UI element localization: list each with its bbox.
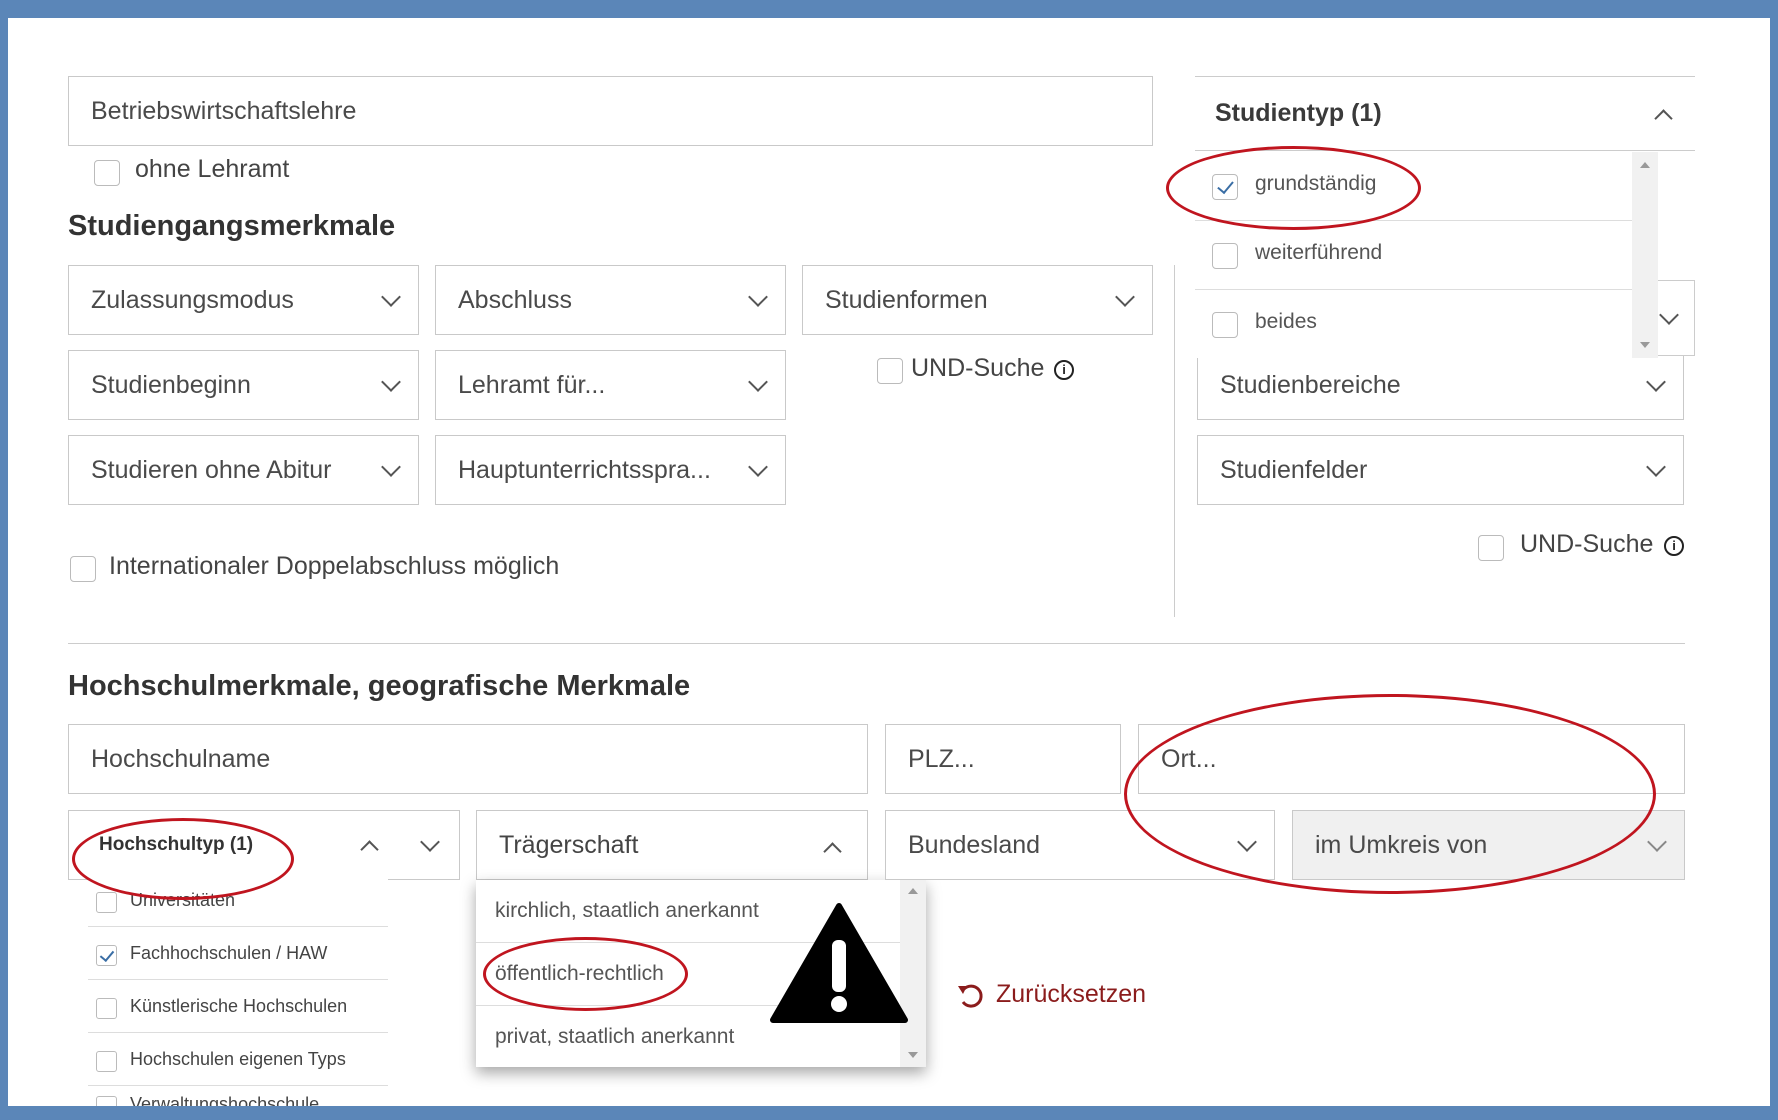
- highlight-hochschultyp: [72, 818, 294, 900]
- highlight-oeffentlich: [483, 937, 688, 1011]
- studienbereiche-label: Studienbereiche: [1220, 370, 1401, 399]
- info-icon[interactable]: i: [1664, 536, 1684, 556]
- search-input-value: Betriebswirtschaftslehre: [91, 96, 357, 125]
- lehramt-fuer-label: Lehramt für...: [458, 370, 606, 399]
- hochschulname-placeholder: Hochschulname: [91, 744, 271, 773]
- ohne-lehramt-checkbox[interactable]: [94, 160, 120, 186]
- hochschultyp-option-label: Verwaltungshochschule: [130, 1094, 320, 1114]
- hochschultyp-option-label: Fachhochschulen / HAW: [130, 943, 328, 963]
- reset-link[interactable]: Zurücksetzen: [996, 980, 1146, 1009]
- verwaltungshochschule-checkbox[interactable]: [96, 1096, 117, 1117]
- studientyp-option[interactable]: weiterführend: [1195, 221, 1632, 290]
- chevron-down-icon: [1115, 287, 1135, 307]
- kuenstlerische-checkbox[interactable]: [96, 998, 117, 1019]
- abschluss-label: Abschluss: [458, 285, 572, 314]
- studientyp-header[interactable]: Studientyp (1): [1195, 76, 1695, 151]
- chevron-up-icon: [1654, 109, 1673, 128]
- studientyp-header-label: Studientyp (1): [1215, 99, 1382, 127]
- scroll-down-icon[interactable]: [1640, 342, 1650, 348]
- chevron-down-icon: [1659, 305, 1679, 325]
- warning-icon: [770, 903, 908, 1023]
- zulassungsmodus-dropdown[interactable]: Zulassungsmodus: [68, 265, 419, 335]
- studientyp-scrollbar[interactable]: [1632, 152, 1658, 358]
- studientyp-option-label: weiterführend: [1255, 241, 1383, 264]
- studientyp-option-label: beides: [1255, 310, 1317, 333]
- chevron-down-icon: [1646, 457, 1666, 477]
- scroll-up-icon[interactable]: [908, 888, 918, 894]
- hochschultyp-option-label: Hochschulen eigenen Typs: [130, 1049, 346, 1069]
- studiengang-heading: Studiengangsmerkmale: [68, 210, 396, 242]
- ohne-lehramt-label: ohne Lehramt: [135, 155, 290, 183]
- chevron-down-icon: [381, 372, 401, 392]
- reset-icon[interactable]: [955, 980, 987, 1012]
- hochschultyp-option[interactable]: Künstlerische Hochschulen: [88, 980, 388, 1033]
- bundesland-label: Bundesland: [908, 830, 1041, 859]
- column-divider: [1174, 265, 1175, 617]
- hochschultyp-option[interactable]: Verwaltungshochschule: [88, 1086, 388, 1120]
- plz-input[interactable]: PLZ...: [885, 724, 1121, 794]
- section-divider: [68, 643, 1685, 644]
- ohne-abitur-dropdown[interactable]: Studieren ohne Abitur: [68, 435, 419, 505]
- studienfelder-dropdown[interactable]: Studienfelder: [1197, 435, 1684, 505]
- universitaeten-checkbox[interactable]: [96, 892, 117, 913]
- zulassungsmodus-label: Zulassungsmodus: [91, 285, 294, 314]
- studientyp-option[interactable]: beides: [1195, 290, 1632, 358]
- traegerschaft-option-label: kirchlich, staatlich anerkannt: [495, 899, 759, 922]
- hauptunterricht-dropdown[interactable]: Hauptunterrichtsspra...: [435, 435, 786, 505]
- und-suche-right-label: UND-Suche: [1520, 530, 1654, 558]
- search-input[interactable]: Betriebswirtschaftslehre: [68, 76, 1153, 146]
- weiterfuehrend-checkbox[interactable]: [1212, 243, 1238, 269]
- hauptunterricht-label: Hauptunterrichtsspra...: [458, 455, 711, 484]
- chevron-down-icon: [1646, 372, 1666, 392]
- beides-checkbox[interactable]: [1212, 312, 1238, 338]
- doppelabschluss-checkbox[interactable]: [70, 556, 96, 582]
- hochschultyp-options: Universitäten Fachhochschulen / HAW Küns…: [88, 874, 388, 1120]
- chevron-down-icon: [420, 832, 440, 852]
- ohne-abitur-label: Studieren ohne Abitur: [91, 455, 332, 484]
- chevron-down-icon: [1647, 832, 1667, 852]
- und-suche-right-checkbox[interactable]: [1478, 535, 1504, 561]
- hochschultyp-option[interactable]: Fachhochschulen / HAW: [88, 927, 388, 980]
- chevron-down-icon: [748, 457, 768, 477]
- studienbeginn-dropdown[interactable]: Studienbeginn: [68, 350, 419, 420]
- chevron-down-icon: [381, 287, 401, 307]
- studienfelder-label: Studienfelder: [1220, 455, 1368, 484]
- studienformen-dropdown[interactable]: Studienformen: [802, 265, 1153, 335]
- und-suche-label: UND-Suche: [911, 354, 1045, 382]
- traegerschaft-dropdown[interactable]: Trägerschaft: [476, 810, 868, 880]
- plz-placeholder: PLZ...: [908, 744, 975, 773]
- chevron-up-icon: [360, 840, 379, 859]
- traegerschaft-option-label: privat, staatlich anerkannt: [495, 1025, 735, 1048]
- highlight-ort-umkreis: [1124, 694, 1656, 894]
- traegerschaft-header-label: Trägerschaft: [499, 831, 639, 859]
- doppelabschluss-label: Internationaler Doppelabschluss möglich: [109, 552, 560, 580]
- hochschultyp-option-label: Künstlerische Hochschulen: [130, 996, 348, 1016]
- hochschule-heading: Hochschulmerkmale, geografische Merkmale: [68, 670, 691, 702]
- chevron-up-icon: [823, 842, 842, 861]
- studienformen-label: Studienformen: [825, 285, 988, 314]
- hochschultyp-option[interactable]: Hochschulen eigenen Typs: [88, 1033, 388, 1086]
- highlight-grundstaendig: [1166, 146, 1421, 230]
- eigenen-typs-checkbox[interactable]: [96, 1051, 117, 1072]
- chevron-down-icon: [748, 372, 768, 392]
- info-icon[interactable]: i: [1054, 360, 1074, 380]
- und-suche-checkbox[interactable]: [877, 358, 903, 384]
- lehramt-fuer-dropdown[interactable]: Lehramt für...: [435, 350, 786, 420]
- chevron-down-icon: [381, 457, 401, 477]
- hochschulname-input[interactable]: Hochschulname: [68, 724, 868, 794]
- studienbereiche-dropdown[interactable]: Studienbereiche: [1197, 350, 1684, 420]
- studienbeginn-label: Studienbeginn: [91, 370, 251, 399]
- scroll-down-icon[interactable]: [908, 1052, 918, 1058]
- chevron-down-icon: [748, 287, 768, 307]
- scroll-up-icon[interactable]: [1640, 162, 1650, 168]
- abschluss-dropdown[interactable]: Abschluss: [435, 265, 786, 335]
- fachhochschulen-checkbox[interactable]: [96, 945, 117, 966]
